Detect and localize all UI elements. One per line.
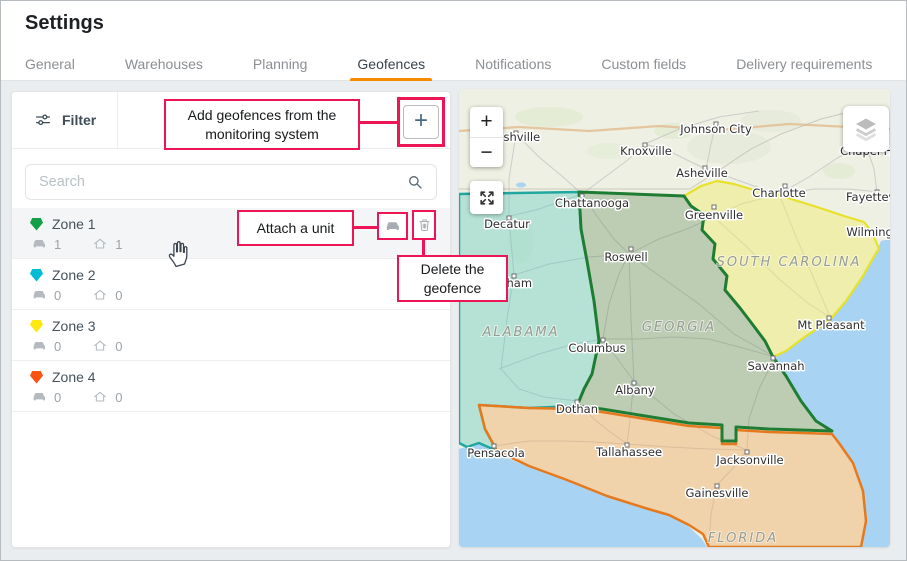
callout-connector [352, 226, 377, 229]
city-label: Roswell [604, 250, 647, 264]
city-label: Savannah [747, 359, 804, 373]
attach-unit-highlight [377, 212, 408, 240]
filter-button[interactable]: Filter [12, 92, 118, 148]
zone-name: Zone 3 [52, 318, 96, 334]
city-label: Knoxville [620, 144, 672, 158]
zone-color-icon [30, 371, 43, 384]
city-label: Charlotte [752, 186, 805, 200]
fullscreen-icon [477, 188, 497, 208]
search-input[interactable] [26, 165, 436, 199]
map-zoom-control: + − [470, 107, 503, 167]
tab-notifications[interactable]: Notifications [468, 47, 558, 80]
map-panel: NashvilleKnoxvilleJohnson CityAshevilleC… [459, 89, 890, 547]
zone-name: Zone 4 [52, 369, 96, 385]
tab-planning[interactable]: Planning [246, 47, 315, 80]
city-label: Pensacola [467, 446, 525, 460]
city-label: Johnson City [679, 122, 752, 136]
state-label: FLORIDA [708, 531, 778, 546]
warehouse-count-icon [92, 338, 108, 354]
content-area: Filter Add geofences from the monitoring… [1, 81, 906, 560]
vehicle-count: 0 [54, 288, 61, 303]
tab-delivery-requirements[interactable]: Delivery requirements [729, 47, 879, 80]
city-label: Dothan [556, 402, 598, 416]
state-label: SOUTH CAROLINA [717, 255, 862, 270]
vehicle-count: 0 [54, 390, 61, 405]
city-label: Tallahassee [595, 445, 662, 459]
vehicle-count-icon [31, 338, 47, 354]
callout-delete-geofence: Delete the geofence [397, 255, 508, 302]
map-canvas[interactable]: NashvilleKnoxvilleJohnson CityAshevilleC… [459, 89, 890, 547]
tab-custom-fields[interactable]: Custom fields [594, 47, 693, 80]
add-geofence-highlight: + [397, 97, 445, 147]
tab-geofences[interactable]: Geofences [350, 47, 432, 80]
search-input-wrapper [25, 164, 437, 200]
delete-geofence-button[interactable] [416, 217, 433, 234]
callout-connector [359, 121, 397, 124]
filter-label: Filter [62, 112, 96, 128]
vehicle-count: 0 [54, 339, 61, 354]
search-row [12, 149, 450, 208]
vehicle-count-icon [31, 287, 47, 303]
city-label: Jacksonville [715, 453, 783, 467]
warehouse-count-icon [92, 389, 108, 405]
layers-icon [851, 114, 881, 144]
zone-name: Zone 1 [52, 216, 96, 232]
callout-add-geofences: Add geofences from the monitoring system [164, 99, 360, 150]
zone-color-icon [30, 269, 43, 282]
settings-tabs: General Warehouses Planning Geofences No… [1, 47, 906, 81]
layers-button[interactable] [843, 106, 889, 152]
zone-color-icon [30, 320, 43, 333]
city-label: Gainesville [686, 486, 749, 500]
city-label: Columbus [568, 341, 625, 355]
vehicle-count-icon [31, 236, 47, 252]
vehicle-count-icon [31, 389, 47, 405]
search-icon [406, 173, 424, 191]
zone-row-4[interactable]: Zone 4 0 0 [12, 361, 450, 412]
warehouse-count-icon [92, 236, 108, 252]
zone-color-icon [30, 218, 43, 231]
warehouse-count: 1 [115, 237, 122, 252]
zone-row-3[interactable]: Zone 3 0 0 [12, 310, 450, 361]
add-geofence-button[interactable]: + [403, 105, 439, 139]
zoom-out-button[interactable]: − [470, 137, 503, 167]
city-label: Chattanooga [555, 196, 629, 210]
warehouse-count: 0 [115, 390, 122, 405]
zone-list: Zone 1 1 1 Attach a unit [12, 208, 450, 412]
settings-screen: Settings General Warehouses Planning Geo… [0, 0, 907, 561]
tab-general[interactable]: General [18, 47, 82, 80]
vehicle-count: 1 [54, 237, 61, 252]
state-label: GEORGIA [642, 320, 716, 335]
city-label: Wilmington [846, 225, 890, 239]
state-label: ALABAMA [482, 325, 560, 340]
city-label: Asheville [676, 166, 728, 180]
page-title: Settings [25, 12, 104, 35]
geofences-toolbar: Filter Add geofences from the monitoring… [12, 92, 450, 149]
trash-icon [416, 217, 433, 234]
warehouse-count: 0 [115, 288, 122, 303]
filter-icon [34, 111, 52, 129]
plus-icon: + [414, 109, 428, 133]
geofences-list-panel: Filter Add geofences from the monitoring… [11, 91, 451, 548]
city-label: Mt Pleasant [797, 318, 865, 332]
car-icon [384, 218, 401, 235]
tab-warehouses[interactable]: Warehouses [118, 47, 210, 80]
fullscreen-button[interactable] [470, 181, 503, 214]
zone-name: Zone 2 [52, 267, 96, 283]
warehouse-count: 0 [115, 339, 122, 354]
warehouse-count-icon [92, 287, 108, 303]
attach-unit-button[interactable] [384, 218, 401, 235]
delete-geofence-highlight [412, 210, 436, 240]
city-label: Albany [615, 383, 655, 397]
zoom-in-button[interactable]: + [470, 107, 503, 137]
city-label: Fayetteville [846, 190, 890, 204]
city-label: Greenville [685, 208, 743, 222]
zone-row-2[interactable]: Zone 2 0 0 [12, 259, 450, 310]
callout-attach-unit: Attach a unit [237, 210, 354, 246]
zone-row-1[interactable]: Zone 1 1 1 Attach a unit [12, 208, 450, 259]
city-label: Decatur [484, 217, 530, 231]
callout-connector [422, 238, 425, 255]
